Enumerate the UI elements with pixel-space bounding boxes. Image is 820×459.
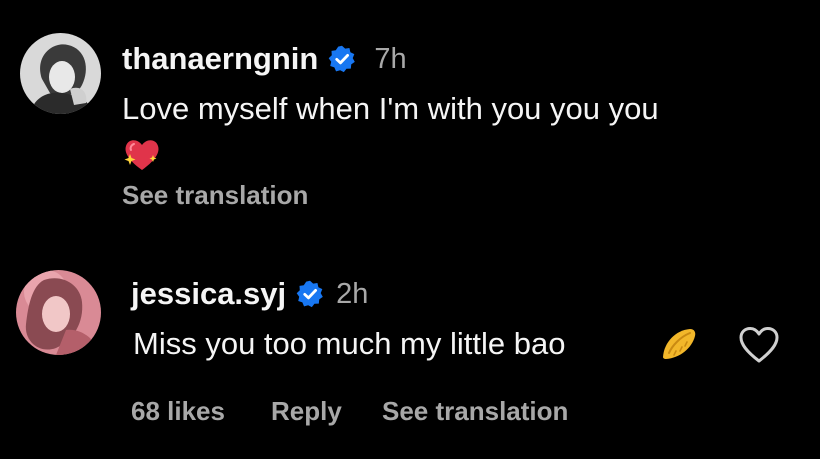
comment-header: thanaerngnin 7h <box>122 41 407 77</box>
sparkling-heart-emoji <box>122 136 162 177</box>
comments-page: thanaerngnin 7h Love myself when I'm wit… <box>0 0 820 459</box>
comment-header: jessica.syj 2h <box>131 276 368 312</box>
like-heart-icon[interactable] <box>738 326 780 369</box>
comment-thanaerngnin: thanaerngnin 7h Love myself when I'm wit… <box>0 0 820 230</box>
likes-count[interactable]: 68 likes <box>131 396 225 427</box>
see-translation-link[interactable]: See translation <box>122 180 308 211</box>
verified-badge-icon <box>328 45 356 73</box>
dumpling-emoji <box>660 326 698 365</box>
verified-badge-icon <box>296 280 324 308</box>
username[interactable]: thanaerngnin <box>122 41 318 77</box>
see-translation-link[interactable]: See translation <box>382 396 568 427</box>
avatar[interactable] <box>16 270 101 355</box>
timestamp: 7h <box>374 42 407 75</box>
username[interactable]: jessica.syj <box>131 276 286 312</box>
avatar[interactable] <box>20 33 101 114</box>
reply-button[interactable]: Reply <box>271 396 342 427</box>
comment-text: Miss you too much my little bao <box>133 326 566 361</box>
comment-text: Love myself when I'm with you you you <box>122 91 659 126</box>
comment-jessica-syj: jessica.syj 2h Miss you too much my litt… <box>0 230 820 459</box>
timestamp: 2h <box>336 277 369 310</box>
